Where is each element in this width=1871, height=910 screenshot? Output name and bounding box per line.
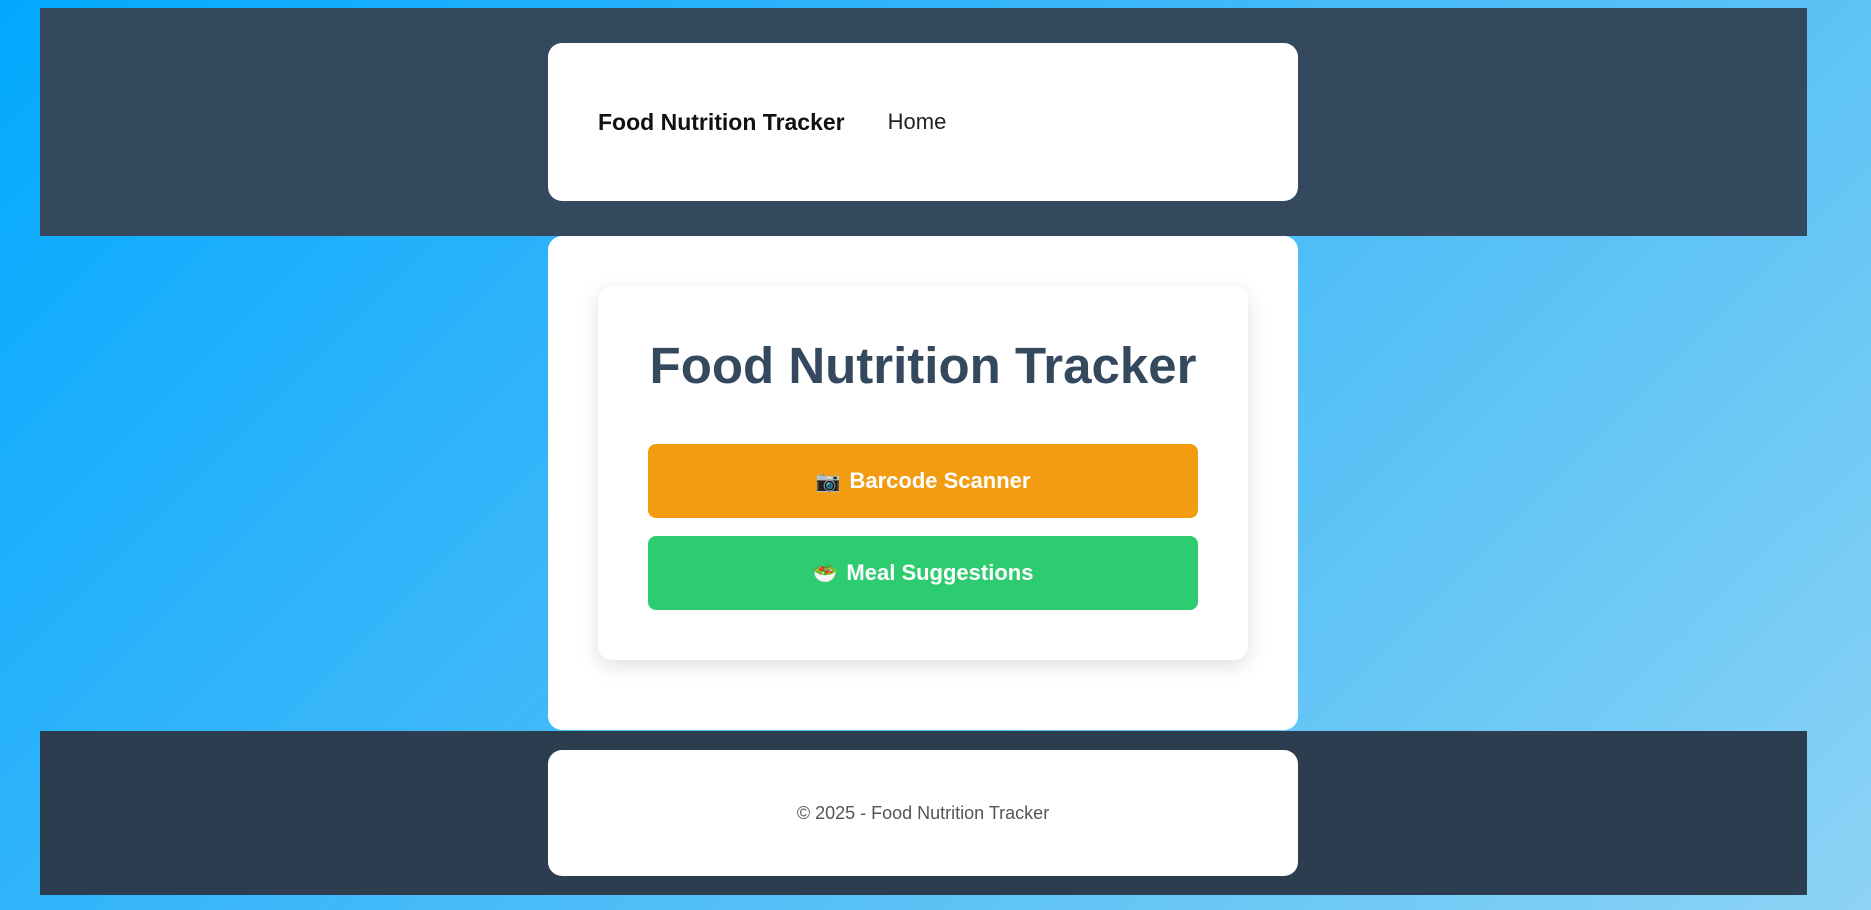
navbar-brand[interactable]: Food Nutrition Tracker [598, 109, 845, 136]
page-title: Food Nutrition Tracker [649, 337, 1197, 394]
barcode-scanner-button[interactable]: 📷 Barcode Scanner [648, 444, 1198, 518]
home-card: Food Nutrition Tracker 📷 Barcode Scanner… [598, 286, 1248, 660]
camera-icon: 📷 [815, 470, 841, 493]
salad-icon: 🥗 [812, 562, 838, 585]
footer: © 2025 - Food Nutrition Tracker [548, 750, 1298, 876]
meal-suggestions-label: Meal Suggestions [846, 560, 1034, 585]
navbar: Food Nutrition Tracker Home [548, 43, 1298, 201]
main-container: Food Nutrition Tracker 📷 Barcode Scanner… [548, 236, 1298, 730]
nav-link-home[interactable]: Home [888, 109, 947, 135]
barcode-scanner-label: Barcode Scanner [849, 468, 1031, 493]
footer-copyright: © 2025 - Food Nutrition Tracker [796, 802, 1050, 823]
meal-suggestions-button[interactable]: 🥗 Meal Suggestions [648, 536, 1198, 610]
